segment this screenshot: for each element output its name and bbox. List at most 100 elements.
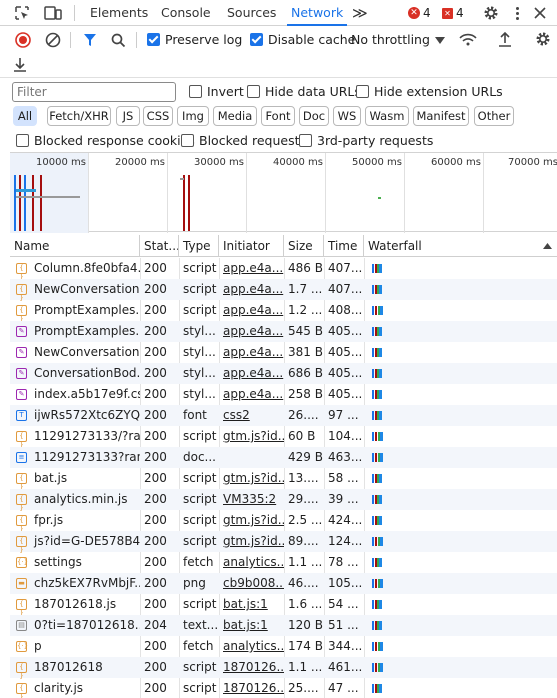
tab-console[interactable]: Console (161, 0, 211, 26)
column-header-type[interactable]: Type (179, 235, 219, 257)
table-row[interactable]: {·} settings 200 fetch analytics... 1.1 ... 78… (10, 552, 557, 573)
table-row[interactable]: { } 11291273133/?ra... 200 scriptgtm.js?id.… (10, 426, 557, 449)
type-filter-css[interactable]: CSS (143, 106, 173, 126)
network-conditions-icon[interactable] (458, 31, 478, 49)
table-row[interactable]: TijwRs572Xtc6ZYQ... 200 font css2 26.... 97 .… (10, 405, 557, 426)
waterfall-bar[interactable] (379, 474, 382, 483)
type-filter-doc[interactable]: Doc (299, 106, 329, 126)
waterfall-bar[interactable] (380, 432, 383, 441)
disable-cache-checkbox[interactable] (250, 33, 263, 46)
table-row[interactable]: ≡ 11291273133?ran... 200 doc... 429 B 463... (10, 447, 557, 468)
type-filter-font[interactable]: Font (261, 106, 295, 126)
column-header-status[interactable]: Stat... (140, 235, 179, 257)
table-row[interactable]: { } 187012618 200 script 1870126... 1.1 ... 46… (10, 657, 557, 680)
table-row[interactable]: ✎ index.a5b17e9f.css 200 styl... app.e4a... 2… (10, 384, 557, 405)
column-header-initiator[interactable]: Initiator (219, 235, 284, 257)
waterfall-bar[interactable] (379, 348, 382, 357)
inspect-element-icon[interactable] (14, 5, 30, 21)
table-row[interactable]: {·} p 200 fetch analytics... 174 B 344... (10, 636, 557, 657)
row-initiator[interactable]: bat.js:1 (219, 594, 284, 615)
table-row[interactable]: { } clarity.js 200 script 1870126... 25.... 47… (10, 678, 557, 698)
waterfall-bar[interactable] (379, 495, 382, 504)
table-row[interactable]: ✎ ConversationBod... 200 styl... app.e4a... 6… (10, 363, 557, 384)
row-initiator[interactable]: app.e4a... (219, 363, 284, 384)
table-row[interactable]: { } js?id=G-DE578B4... 200 script gtm.js?id.… (10, 531, 557, 554)
type-filter-fetch-xhr[interactable]: Fetch/XHR (47, 106, 111, 126)
export-har-icon[interactable] (12, 56, 28, 72)
close-icon[interactable] (532, 5, 548, 21)
third-party-requests-checkbox[interactable] (299, 134, 312, 147)
column-header-name[interactable]: Name (10, 235, 140, 257)
row-initiator[interactable]: analytics... (219, 552, 284, 573)
waterfall-bar[interactable] (380, 453, 383, 462)
column-header-waterfall[interactable]: Waterfall (364, 235, 557, 257)
waterfall-bar[interactable] (379, 516, 382, 525)
table-row[interactable]: ✎ PromptExamples.... 200 styl... app.e4a... 5… (10, 321, 557, 342)
error-count-badge[interactable]: ✕ 4 (408, 6, 431, 20)
column-header-size[interactable]: Size (284, 235, 324, 257)
waterfall-bar[interactable] (379, 621, 382, 630)
waterfall-bar[interactable] (379, 327, 382, 336)
waterfall-bar[interactable] (379, 558, 382, 567)
row-initiator[interactable]: cb9b008... (219, 573, 284, 594)
type-filter-ws[interactable]: WS (333, 106, 361, 126)
row-initiator[interactable]: bat.js:1 (219, 615, 284, 636)
row-initiator[interactable]: 1870126... (219, 657, 284, 678)
warning-count-badge[interactable]: ✕ 4 (442, 6, 464, 20)
waterfall-bar[interactable] (380, 306, 383, 315)
type-filter-other[interactable]: Other (474, 106, 514, 126)
row-initiator[interactable]: gtm.js?id... (219, 510, 284, 531)
tab-sources[interactable]: Sources (227, 0, 276, 26)
invert-checkbox[interactable] (189, 85, 202, 98)
row-initiator[interactable]: app.e4a... (219, 279, 284, 300)
waterfall-bar[interactable] (380, 642, 383, 651)
row-initiator[interactable]: css2 (219, 405, 284, 426)
row-initiator[interactable]: app.e4a... (219, 258, 284, 279)
sort-ascending-icon[interactable] (542, 241, 552, 251)
network-settings-gear-icon[interactable] (534, 30, 552, 48)
type-filter-img[interactable]: Img (177, 106, 209, 126)
type-filter-wasm[interactable]: Wasm (365, 106, 409, 126)
type-filter-manifest[interactable]: Manifest (413, 106, 469, 126)
table-row[interactable]: { } NewConversation... 200 script app.e4a...… (10, 279, 557, 302)
more-tabs-button[interactable]: ≫ (352, 0, 368, 26)
import-har-icon[interactable] (497, 30, 513, 48)
row-initiator[interactable]: analytics... (219, 636, 284, 657)
row-initiator[interactable]: app.e4a... (219, 384, 284, 405)
row-initiator[interactable]: gtm.js?id... (219, 531, 284, 552)
row-initiator[interactable] (219, 447, 284, 468)
table-row[interactable]: ✎ NewConversation.... 200 styl...app.e4a...… (10, 342, 557, 363)
waterfall-bar[interactable] (380, 579, 383, 588)
table-row[interactable]: { } PromptExamples... 200 script app.e4a... 1… (10, 300, 557, 323)
table-row[interactable]: { } 187012618.js 200 script bat.js:1 1.6 ... 5… (10, 594, 557, 617)
filter-funnel-icon[interactable] (81, 31, 99, 49)
tab-elements[interactable]: Elements (90, 0, 148, 26)
settings-gear-icon[interactable] (482, 4, 500, 22)
row-initiator[interactable]: app.e4a... (219, 321, 284, 342)
waterfall-bar[interactable] (380, 663, 383, 672)
type-filter-js[interactable]: JS (116, 106, 140, 126)
chevron-down-icon[interactable] (434, 34, 446, 46)
row-initiator[interactable]: app.e4a... (219, 342, 284, 363)
throttling-select[interactable]: No throttling (351, 32, 430, 47)
waterfall-bar[interactable] (379, 285, 382, 294)
waterfall-bar[interactable] (379, 264, 382, 273)
row-initiator[interactable]: VM335:2 (219, 489, 284, 510)
column-header-time[interactable]: Time (324, 235, 364, 257)
device-toolbar-icon[interactable] (44, 5, 62, 21)
type-filter-media[interactable]: Media (213, 106, 257, 126)
waterfall-bar[interactable] (379, 369, 382, 378)
table-row[interactable]: { } analytics.min.js 200 script VM335:2 29...… (10, 489, 557, 512)
more-options-icon[interactable] (512, 4, 522, 22)
preserve-log-checkbox[interactable] (147, 33, 160, 46)
row-initiator[interactable]: gtm.js?id... (219, 426, 284, 447)
waterfall-bar[interactable] (379, 684, 382, 693)
waterfall-bar[interactable] (379, 600, 382, 609)
filter-input[interactable] (12, 82, 176, 102)
waterfall-bar[interactable] (380, 537, 383, 546)
network-overview-timeline[interactable]: 10000 ms 20000 ms 30000 ms 40000 ms 5000… (10, 152, 557, 233)
table-row[interactable]: { } Column.8fe0bfa4.js 200 script app.e4a...… (10, 258, 557, 281)
row-initiator[interactable]: 1870126... (219, 678, 284, 698)
table-row[interactable]: { } bat.js 200 script gtm.js?id... 13.... 58 .… (10, 468, 557, 491)
record-stop-icon[interactable] (14, 31, 32, 49)
